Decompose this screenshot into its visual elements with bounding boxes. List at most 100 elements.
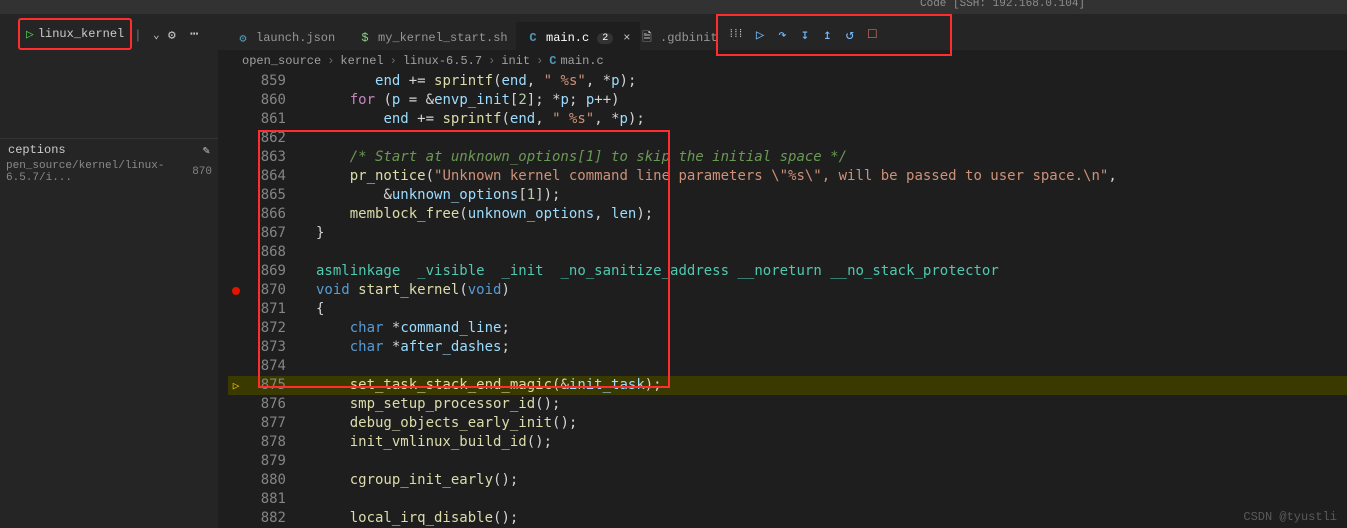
- code-line[interactable]: 872 char *command_line;: [228, 319, 1347, 338]
- stop-icon[interactable]: □: [868, 27, 876, 43]
- code-line[interactable]: 880 cgroup_init_early();: [228, 471, 1347, 490]
- config-name: linux_kernel: [38, 27, 124, 41]
- file-line: 870: [192, 166, 212, 178]
- code-line[interactable]: 863 /* Start at unknown_options[1] to sk…: [228, 148, 1347, 167]
- code-line[interactable]: 876 smp_setup_processor_id();: [228, 395, 1347, 414]
- play-icon: ▷: [26, 27, 34, 42]
- dirty-badge: 2: [597, 33, 613, 44]
- step-into-icon[interactable]: ↧: [801, 27, 809, 44]
- code-line[interactable]: 865 &unknown_options[1]);: [228, 186, 1347, 205]
- ssh-indicator: Code [SSH: 192.168.0.104]: [920, 0, 1085, 10]
- line-number: 861: [244, 110, 300, 129]
- breakpoint-file-row[interactable]: pen_source/kernel/linux-6.5.7/i... 870: [0, 161, 218, 183]
- crumb[interactable]: main.c: [560, 54, 603, 68]
- code-line[interactable]: 861 end += sprintf(end, " %s", *p);: [228, 110, 1347, 129]
- code-line[interactable]: 864 pr_notice("Unknown kernel command li…: [228, 167, 1347, 186]
- code-line[interactable]: 877 debug_objects_early_init();: [228, 414, 1347, 433]
- line-number: 877: [244, 414, 300, 433]
- code-text[interactable]: &unknown_options[1]);: [316, 186, 1347, 205]
- chevron-down-icon[interactable]: ⌄: [153, 28, 160, 42]
- current-line-arrow-icon: ▷: [233, 379, 240, 392]
- line-number: 860: [244, 91, 300, 110]
- breakpoint-icon[interactable]: [232, 287, 240, 295]
- code-text[interactable]: cgroup_init_early();: [316, 471, 1347, 490]
- code-line[interactable]: 871 {: [228, 300, 1347, 319]
- code-line[interactable]: 882 local_irq_disable();: [228, 509, 1347, 528]
- line-number: 881: [244, 490, 300, 509]
- code-editor[interactable]: 859 end += sprintf(end, " %s", *p);860 f…: [228, 72, 1347, 528]
- toolbar: ▷ linux_kernel | ⌄ ⚙ ⋯ ⚙ launch.json $ m…: [0, 14, 1347, 51]
- line-number: 871: [244, 300, 300, 319]
- code-text[interactable]: set_task_stack_end_magic(&init_task);: [316, 376, 1347, 395]
- restart-icon[interactable]: ↺: [846, 27, 854, 44]
- line-number: 875: [244, 376, 300, 395]
- code-line[interactable]: 874: [228, 357, 1347, 376]
- step-over-icon[interactable]: ↷: [778, 27, 786, 44]
- code-line[interactable]: 859 end += sprintf(end, " %s", *p);: [228, 72, 1347, 91]
- line-number: 882: [244, 509, 300, 528]
- line-number: 869: [244, 262, 300, 281]
- crumb[interactable]: init: [501, 54, 530, 68]
- line-number: 873: [244, 338, 300, 357]
- watermark: CSDN @tyustli: [1243, 510, 1337, 524]
- code-text[interactable]: end += sprintf(end, " %s", *p);: [316, 110, 1347, 129]
- code-line[interactable]: 870void start_kernel(void): [228, 281, 1347, 300]
- code-text[interactable]: smp_setup_processor_id();: [316, 395, 1347, 414]
- code-text[interactable]: pr_notice("Unknown kernel command line p…: [316, 167, 1347, 186]
- continue-icon[interactable]: ▷: [756, 27, 764, 44]
- tab-label: main.c: [546, 31, 589, 45]
- code-text[interactable]: {: [316, 300, 1347, 319]
- line-number: 876: [244, 395, 300, 414]
- code-line[interactable]: 862: [228, 129, 1347, 148]
- separator: |: [134, 28, 142, 43]
- grip-icon[interactable]: ⁞⁞⁞: [728, 29, 742, 41]
- line-number: 867: [244, 224, 300, 243]
- code-text[interactable]: init_vmlinux_build_id();: [316, 433, 1347, 452]
- more-icon[interactable]: ⋯: [190, 26, 199, 43]
- file-path: pen_source/kernel/linux-6.5.7/i...: [6, 160, 192, 184]
- code-line[interactable]: 868: [228, 243, 1347, 262]
- code-text[interactable]: char *after_dashes;: [316, 338, 1347, 357]
- breadcrumb[interactable]: open_source› kernel› linux-6.5.7› init› …: [228, 50, 1347, 72]
- debug-side-panel: ceptions ✎ pen_source/kernel/linux-6.5.7…: [0, 50, 218, 528]
- c-file-icon: C: [549, 54, 556, 68]
- code-line[interactable]: 873 char *after_dashes;: [228, 338, 1347, 357]
- code-text[interactable]: }: [316, 224, 1347, 243]
- line-number: 878: [244, 433, 300, 452]
- code-text[interactable]: asmlinkage _visible _init _no_sanitize_a…: [316, 262, 1347, 281]
- line-number: 879: [244, 452, 300, 471]
- line-number: 868: [244, 243, 300, 262]
- step-out-icon[interactable]: ↥: [823, 27, 831, 44]
- crumb[interactable]: linux-6.5.7: [403, 54, 482, 68]
- line-number: 862: [244, 129, 300, 148]
- code-line[interactable]: ▷ 875 set_task_stack_end_magic(&init_task…: [228, 376, 1347, 395]
- code-text[interactable]: void start_kernel(void): [316, 281, 1347, 300]
- code-text[interactable]: for (p = &envp_init[2]; *p; p++): [316, 91, 1347, 110]
- gear-icon[interactable]: ⚙: [168, 28, 176, 43]
- tab-label: .gdbinit: [660, 31, 718, 45]
- tab-label: my_kernel_start.sh: [378, 31, 508, 45]
- code-text[interactable]: local_irq_disable();: [316, 509, 1347, 528]
- crumb[interactable]: open_source: [242, 54, 321, 68]
- code-line[interactable]: 879: [228, 452, 1347, 471]
- code-text[interactable]: memblock_free(unknown_options, len);: [316, 205, 1347, 224]
- code-text[interactable]: /* Start at unknown_options[1] to skip t…: [316, 148, 1347, 167]
- code-line[interactable]: 867}: [228, 224, 1347, 243]
- code-line[interactable]: 881: [228, 490, 1347, 509]
- code-text[interactable]: char *command_line;: [316, 319, 1347, 338]
- tab-label: launch.json: [256, 31, 335, 45]
- code-text[interactable]: debug_objects_early_init();: [316, 414, 1347, 433]
- code-text[interactable]: end += sprintf(end, " %s", *p);: [316, 72, 1347, 91]
- crumb[interactable]: kernel: [340, 54, 383, 68]
- file-icon: 🗎: [640, 31, 654, 45]
- code-line[interactable]: 866 memblock_free(unknown_options, len);: [228, 205, 1347, 224]
- code-line[interactable]: 878 init_vmlinux_build_id();: [228, 433, 1347, 452]
- vscode-icon: ⚙: [236, 31, 250, 45]
- code-line[interactable]: 869 asmlinkage _visible _init _no_sanitiz…: [228, 262, 1347, 281]
- section-label: ceptions: [8, 143, 66, 157]
- pencil-icon[interactable]: ✎: [203, 143, 210, 158]
- run-config-selector[interactable]: ▷ linux_kernel: [18, 18, 132, 50]
- code-line[interactable]: 860 for (p = &envp_init[2]; *p; p++): [228, 91, 1347, 110]
- exceptions-section[interactable]: ceptions ✎: [0, 138, 218, 161]
- line-number: 872: [244, 319, 300, 338]
